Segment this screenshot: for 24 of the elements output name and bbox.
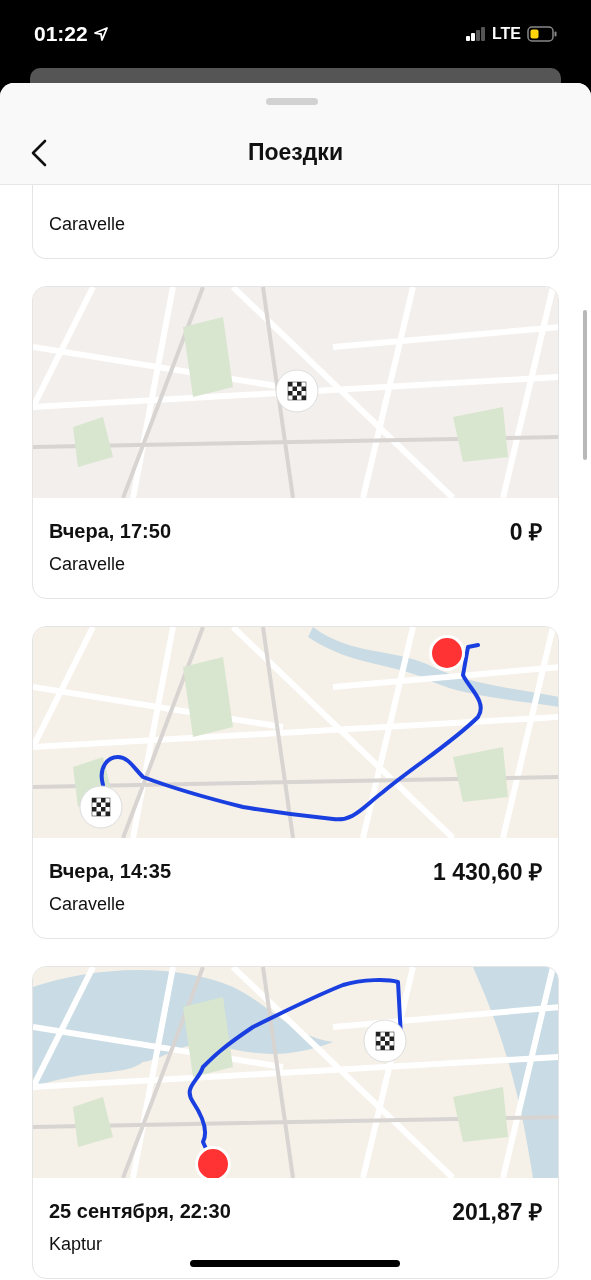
trip-price: 0 ₽ — [509, 518, 542, 547]
location-arrow-icon — [93, 27, 108, 41]
network-type: LTE — [491, 25, 521, 43]
trip-card[interactable]: Caravelle — [32, 185, 559, 259]
trip-card[interactable]: Вчера, 17:50 0 ₽ Caravelle — [32, 286, 559, 599]
car-model: Caravelle — [49, 554, 127, 574]
trip-date: Вчера, 14:35 — [49, 859, 172, 883]
car-model: Caravelle — [49, 894, 127, 914]
clock-time: 01:22 — [34, 22, 88, 46]
car-model: Kaptur — [49, 1234, 104, 1254]
battery-icon — [527, 26, 557, 42]
page-title: Поездки — [247, 139, 344, 166]
trip-date: 25 сентября, 22:30 — [49, 1199, 231, 1223]
trip-price: 1 430,60 ₽ — [433, 858, 542, 887]
trip-price: 201,87 ₽ — [452, 1198, 542, 1227]
scroll-bar[interactable] — [583, 310, 587, 460]
trip-card[interactable]: Вчера, 14:35 1 430,60 ₽ Caravelle — [32, 626, 559, 939]
home-indicator[interactable] — [190, 1260, 400, 1267]
signal-icon — [465, 27, 486, 41]
drag-handle[interactable] — [266, 98, 318, 105]
car-model: Caravelle — [49, 214, 127, 234]
trip-date: Вчера, 17:50 — [49, 519, 172, 543]
back-chevron-icon — [30, 139, 48, 167]
trip-card[interactable]: 25 сентября, 22:30 201,87 ₽ Kaptur — [32, 966, 559, 1279]
